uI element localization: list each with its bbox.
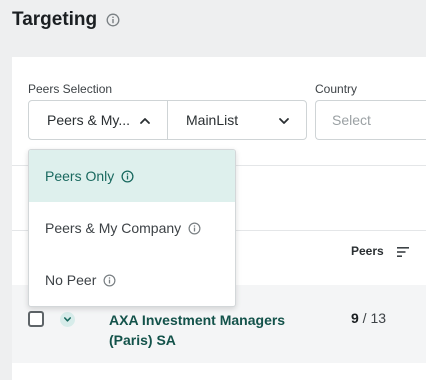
- expand-row-button[interactable]: [60, 312, 75, 327]
- sort-icon[interactable]: [396, 245, 410, 263]
- country-label: Country: [315, 82, 358, 96]
- info-icon[interactable]: [188, 222, 201, 235]
- chevron-down-icon: [278, 114, 290, 130]
- peers-selection-value: Peers & My...: [47, 112, 130, 128]
- country-select[interactable]: Select: [315, 100, 426, 140]
- peers-total: 13: [370, 310, 387, 326]
- peers-count: 9 / 13: [351, 310, 386, 326]
- peers-selection-dropdown: Peers Only Peers & My Company No Peer: [28, 149, 236, 307]
- info-icon[interactable]: [106, 13, 120, 27]
- option-label: Peers & My Company: [45, 220, 182, 236]
- page-header: Targeting: [12, 9, 120, 31]
- peers-matched: 9: [351, 310, 359, 326]
- option-peers-and-my-company[interactable]: Peers & My Company: [29, 202, 235, 254]
- chevron-up-icon: [139, 114, 151, 130]
- institution-name-link[interactable]: AXA Investment Managers (Paris) SA: [109, 310, 309, 350]
- peers-selection-select[interactable]: Peers & My...: [28, 100, 168, 140]
- peers-separator: /: [358, 310, 371, 326]
- option-label: Peers Only: [45, 168, 115, 184]
- info-icon[interactable]: [103, 274, 116, 287]
- list-value: MainList: [186, 112, 239, 128]
- chevron-down-icon: [63, 317, 71, 322]
- peers-column-header[interactable]: Peers: [351, 244, 384, 258]
- list-select[interactable]: MainList: [167, 100, 307, 140]
- page-title: Targeting: [12, 9, 98, 30]
- row-checkbox[interactable]: [28, 311, 44, 327]
- option-no-peer[interactable]: No Peer: [29, 254, 235, 306]
- option-label: No Peer: [45, 272, 97, 288]
- option-peers-only[interactable]: Peers Only: [29, 150, 235, 202]
- country-placeholder: Select: [332, 112, 371, 128]
- info-icon[interactable]: [121, 169, 134, 183]
- peers-selection-label: Peers Selection: [28, 82, 113, 96]
